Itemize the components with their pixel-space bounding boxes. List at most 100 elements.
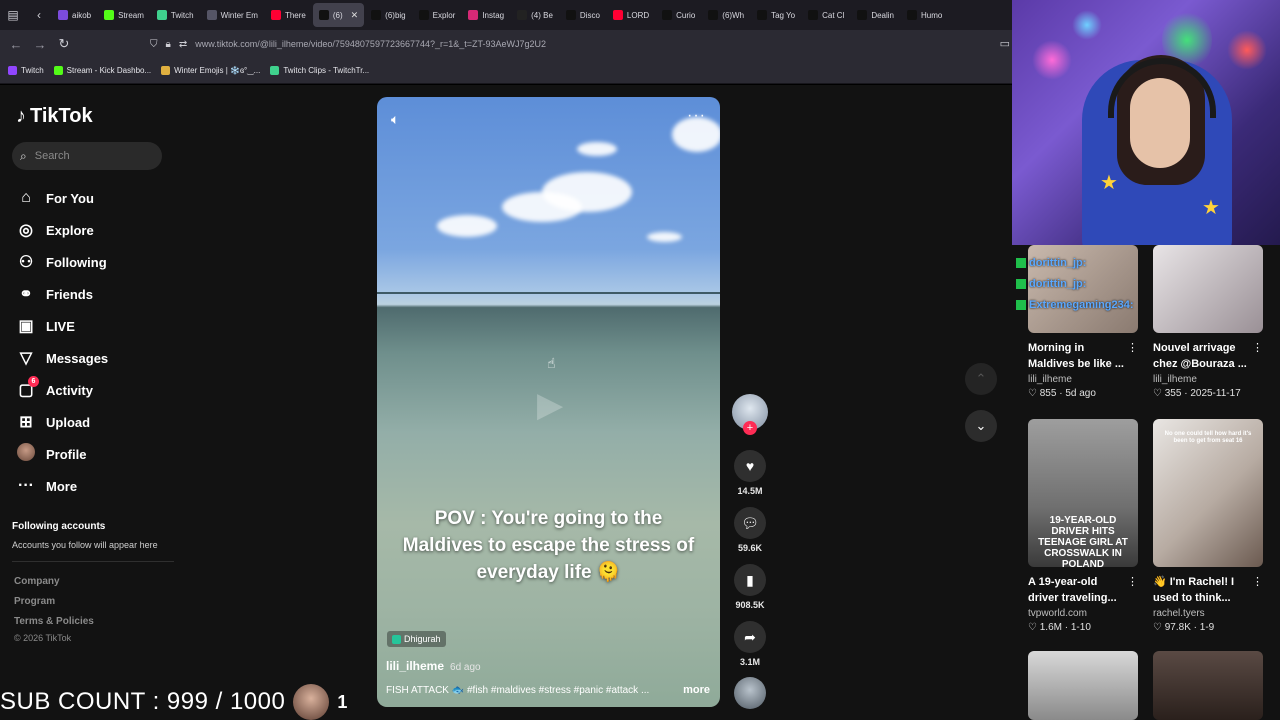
sidebar-item-upload[interactable]: ⊞ Upload xyxy=(16,406,166,438)
sidebar-item-explore[interactable]: ◎ Explore xyxy=(16,214,166,246)
sidebar-item-following[interactable]: ⚇ Following xyxy=(16,246,166,278)
video-thumbnail[interactable] xyxy=(1153,245,1263,333)
video-thumbnail[interactable]: 19-YEAR-OLD DRIVER HITS TEENAGE GIRL AT … xyxy=(1028,419,1138,567)
sidebar-item-activity[interactable]: ▢ 6 Activity xyxy=(16,374,166,406)
kebab-icon[interactable]: ⋮ xyxy=(1127,575,1138,588)
browser-tab[interactable]: (6) ✕ xyxy=(312,3,365,27)
follow-plus-icon[interactable]: + xyxy=(743,421,757,435)
live-icon: ▣ xyxy=(18,318,34,335)
comment-action[interactable]: 💬︎ 59.6K xyxy=(731,507,769,555)
sidebar-item-for-you[interactable]: ⌂ For You xyxy=(16,182,166,214)
location-tag[interactable]: Dhigurah xyxy=(387,631,446,647)
save-action[interactable]: ▮ 908.5K xyxy=(731,564,769,612)
description-more-link[interactable]: more xyxy=(683,684,710,696)
browser-tab[interactable]: Tag Yo xyxy=(751,3,801,27)
video-thumbnail[interactable] xyxy=(1153,651,1263,720)
sidebar-item-label: For You xyxy=(46,190,94,206)
browser-tab[interactable]: (6)big xyxy=(365,3,411,27)
address-bar[interactable]: ⛉ 🔒︎ ⇄ www.tiktok.com/@lili_ilheme/video… xyxy=(150,33,1000,55)
sidebar-item-more[interactable]: ··· More xyxy=(16,470,166,502)
horizon xyxy=(377,292,720,294)
author-name[interactable]: lili_ilheme xyxy=(386,659,444,673)
heart-icon[interactable]: ♥ xyxy=(734,450,766,482)
bookmark-item[interactable]: Stream - Kick Dashbo... xyxy=(53,66,151,75)
browser-tab[interactable]: Stream xyxy=(98,3,150,27)
sidebar-item-profile[interactable]: Profile xyxy=(16,438,166,470)
video-player[interactable]: 🔈︎ ··· ▶ ☝︎ POV : You're going to the Ma… xyxy=(377,97,720,707)
tab-strip: aikob Stream Twitch Winter Em There (6) ✕ (6)bi… xyxy=(52,3,948,27)
creator-avatar[interactable]: + xyxy=(732,394,768,435)
browser-tab[interactable]: Explor xyxy=(413,3,462,27)
browser-tab[interactable]: (4) Be xyxy=(511,3,559,27)
card-title[interactable]: Nouvel arrivage chez @Bouraza ... xyxy=(1153,340,1253,372)
share-count: 3.1M xyxy=(739,657,760,667)
bookmark-item[interactable]: Winter Emojis | ❄️ɞ°‿... xyxy=(161,66,260,75)
video-more-icon[interactable]: ··· xyxy=(687,107,706,125)
kebab-icon[interactable]: ⋮ xyxy=(1252,575,1263,588)
posted-time: 6d ago xyxy=(450,662,481,673)
search-box[interactable]: ⌕ xyxy=(12,142,162,170)
close-tab-icon[interactable]: ✕ xyxy=(351,10,359,21)
video-card[interactable]: Nouvel arrivage chez @Bouraza ... lili_i… xyxy=(1153,245,1263,399)
browser-tab[interactable]: Dealin xyxy=(851,3,900,27)
browser-tab[interactable]: Curio xyxy=(656,3,701,27)
chevron-down-icon: ⌄ xyxy=(975,418,987,433)
video-card[interactable]: No one could tell how hard it's been to … xyxy=(1153,419,1263,633)
card-author[interactable]: lili_ilheme xyxy=(1153,374,1263,385)
browser-tab[interactable]: LORD xyxy=(607,3,655,27)
tiktok-logo[interactable]: ♪ TikTok xyxy=(16,105,93,128)
forward-icon[interactable]: → xyxy=(28,37,52,52)
card-author[interactable]: tvpworld.com xyxy=(1028,608,1138,619)
browser-tab[interactable]: Humo xyxy=(901,3,948,27)
browser-tab[interactable]: Cat Cl xyxy=(802,3,850,27)
lock-icon[interactable]: 🔒︎ xyxy=(166,39,171,50)
extension-icon[interactable]: ▭ xyxy=(1000,37,1010,50)
footer-program[interactable]: Program xyxy=(14,596,94,616)
bookmark-item[interactable]: Twitch xyxy=(8,66,44,75)
video-author[interactable]: lili_ilheme 6d ago xyxy=(386,659,481,673)
bookmark-icon[interactable]: ▮ xyxy=(734,564,766,596)
card-author[interactable]: rachel.tyers xyxy=(1153,608,1263,619)
search-input[interactable] xyxy=(34,150,145,162)
sidebar-item-friends[interactable]: ⚭ Friends xyxy=(16,278,166,310)
like-action[interactable]: ♥ 14.5M xyxy=(731,450,769,498)
browser-tab[interactable]: Disco xyxy=(560,3,606,27)
sidebar-item-live[interactable]: ▣ LIVE xyxy=(16,310,166,342)
comment-icon[interactable]: 💬︎ xyxy=(734,507,766,539)
thumbnail-text: 19-YEAR-OLD DRIVER HITS TEENAGE GIRL AT … xyxy=(1038,515,1128,567)
shield-icon[interactable]: ⛉ xyxy=(150,39,158,50)
next-video-button[interactable]: ⌄ xyxy=(965,410,997,442)
card-title[interactable]: A 19-year-old driver traveling... xyxy=(1028,574,1128,606)
back-icon[interactable]: ← xyxy=(4,37,28,52)
reload-icon[interactable]: ↻ xyxy=(52,36,76,52)
card-title[interactable]: 👋 I'm Rachel! I used to think... xyxy=(1153,574,1253,606)
video-action-bar: + ♥ 14.5M 💬︎ 59.6K ▮ 908.5K ➦ 3.1M xyxy=(731,394,769,669)
browser-tab[interactable]: There xyxy=(265,3,312,27)
upload-icon: ⊞ xyxy=(19,414,33,431)
browser-tab[interactable]: (6)Wh xyxy=(702,3,750,27)
volume-icon[interactable]: 🔈︎ xyxy=(391,111,399,128)
card-author[interactable]: lili_ilheme xyxy=(1028,374,1138,385)
browser-tab[interactable]: Instag xyxy=(462,3,510,27)
tab-scroll-left-icon[interactable]: ‹ xyxy=(26,0,52,30)
video-thumbnail[interactable] xyxy=(1028,651,1138,720)
card-title[interactable]: Morning in Maldives be like ... xyxy=(1028,340,1128,372)
url-text[interactable]: www.tiktok.com/@lili_ilheme/video/759480… xyxy=(195,39,546,49)
footer-company[interactable]: Company xyxy=(14,576,94,596)
kebab-icon[interactable]: ⋮ xyxy=(1252,341,1263,354)
share-icon[interactable]: ➦ xyxy=(734,621,766,653)
tab-list-icon[interactable]: ▤ xyxy=(0,0,26,30)
bookmark-item[interactable]: Twitch Clips - TwitchTr... xyxy=(270,66,369,75)
share-action[interactable]: ➦ 3.1M xyxy=(731,621,769,669)
play-icon[interactable]: ▶ xyxy=(537,385,563,425)
kebab-icon[interactable]: ⋮ xyxy=(1127,341,1138,354)
previous-video-button[interactable]: ⌃ xyxy=(965,363,997,395)
browser-tab[interactable]: aikob xyxy=(52,3,97,27)
music-disc-avatar[interactable] xyxy=(734,677,766,709)
sidebar-item-messages[interactable]: ▽ Messages xyxy=(16,342,166,374)
permissions-icon[interactable]: ⇄ xyxy=(179,39,187,50)
browser-tab[interactable]: Twitch xyxy=(151,3,200,27)
browser-tab[interactable]: Winter Em xyxy=(201,3,264,27)
video-thumbnail[interactable]: No one could tell how hard it's been to … xyxy=(1153,419,1263,567)
video-card[interactable]: 19-YEAR-OLD DRIVER HITS TEENAGE GIRL AT … xyxy=(1028,419,1138,633)
